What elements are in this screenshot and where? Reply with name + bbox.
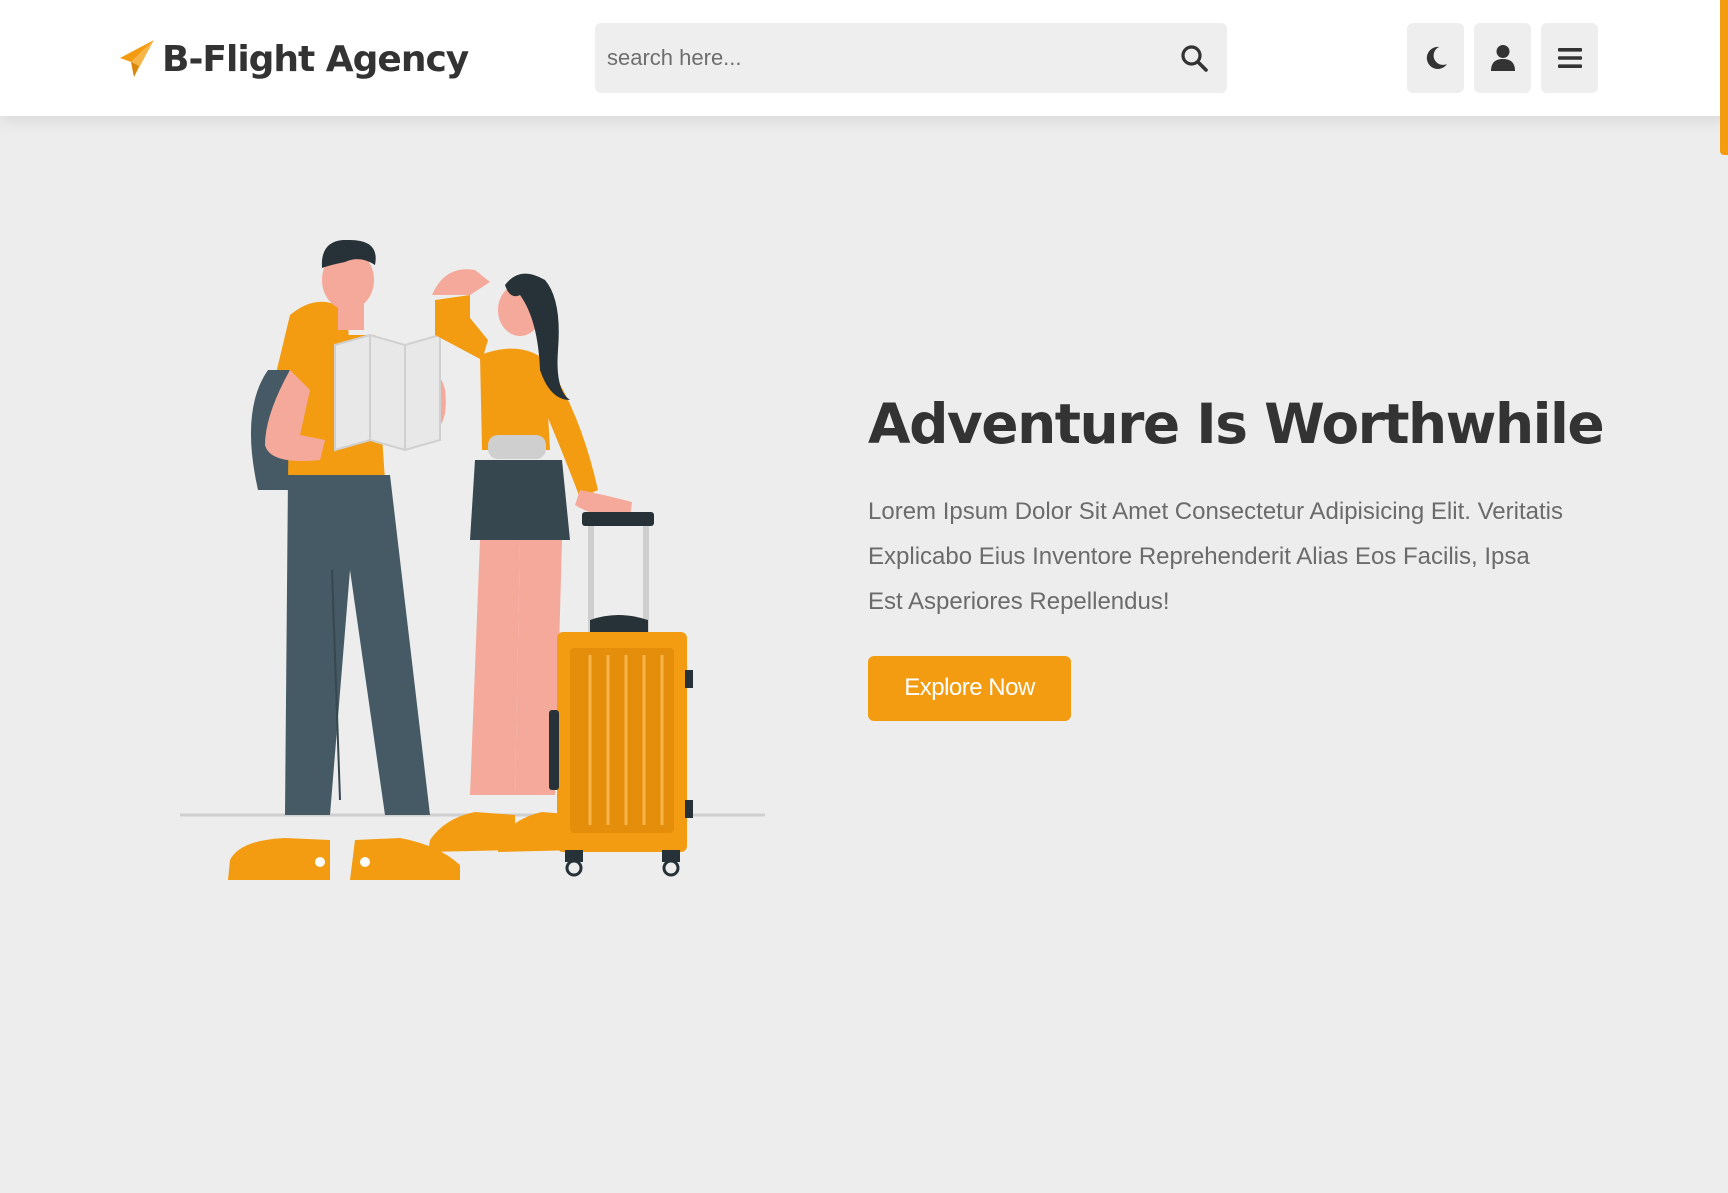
- travelers-with-suitcase-illustration: [180, 240, 765, 880]
- brand-name: B-Flight Agency: [162, 38, 469, 80]
- scroll-indicator: [1720, 0, 1728, 155]
- brand-logo[interactable]: B-Flight Agency: [118, 34, 469, 84]
- menu-button[interactable]: [1541, 23, 1598, 93]
- page: B-Flight Agency search here... Adventure…: [0, 0, 1728, 1193]
- hero-title: Adventure Is Worthwhile: [868, 392, 1605, 456]
- moon-icon: [1426, 46, 1447, 69]
- user-icon: [1490, 45, 1515, 71]
- account-button[interactable]: [1474, 23, 1531, 93]
- hero-description: Lorem Ipsum Dolor Sit Amet Consectetur A…: [868, 497, 1563, 615]
- theme-toggle-button[interactable]: [1407, 23, 1464, 93]
- hamburger-menu-icon: [1557, 48, 1582, 68]
- search-bar: [595, 23, 1227, 93]
- search-input[interactable]: [595, 23, 1155, 93]
- hero-section: Adventure Is Worthwhile Lorem Ipsum Dolo…: [868, 390, 1608, 721]
- site-header: B-Flight Agency: [0, 0, 1728, 116]
- search-icon[interactable]: [1179, 43, 1209, 73]
- paper-plane-icon: [120, 40, 154, 77]
- explore-now-button[interactable]: Explore Now: [868, 655, 1071, 721]
